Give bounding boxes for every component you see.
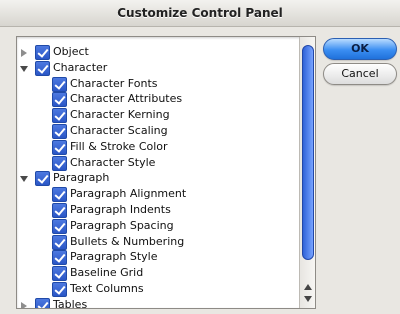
tree-item-label: Paragraph Spacing <box>70 218 174 232</box>
tree-item-label: Baseline Grid <box>70 266 144 280</box>
scroll-down-arrow-icon[interactable] <box>304 296 312 302</box>
tree-row[interactable]: Tables <box>17 297 299 309</box>
checkbox[interactable] <box>52 266 67 282</box>
tree-row[interactable]: Character Kerning <box>17 107 299 124</box>
checkbox[interactable] <box>52 108 67 124</box>
tree-item-label: Bullets & Numbering <box>70 234 185 248</box>
tree-row[interactable]: Character Attributes <box>17 91 299 108</box>
tree-item-label: Fill & Stroke Color <box>70 139 168 153</box>
checkbox[interactable] <box>52 218 67 234</box>
tree-item-label: Paragraph Style <box>70 250 158 264</box>
title-bar: Customize Control Panel <box>0 0 400 27</box>
tree-item-label: Paragraph <box>53 171 110 185</box>
scroll-up-arrow-icon[interactable] <box>304 284 312 290</box>
checkbox[interactable] <box>52 92 67 108</box>
disclosure-triangle-expanded-icon[interactable] <box>19 173 29 183</box>
disclosure-triangle-collapsed-icon[interactable] <box>19 47 29 57</box>
tree-item-label: Tables <box>53 297 88 309</box>
tree-row[interactable]: Character Scaling <box>17 123 299 139</box>
tree-row[interactable]: Paragraph Alignment <box>17 186 299 203</box>
checkbox[interactable] <box>52 250 67 266</box>
tree-row[interactable]: Baseline Grid <box>17 265 299 282</box>
tree-row[interactable]: Fill & Stroke Color <box>17 139 299 155</box>
checkbox[interactable] <box>52 187 67 203</box>
tree-item-label: Character Attributes <box>70 92 183 106</box>
disclosure-triangle-expanded-icon[interactable] <box>19 63 29 73</box>
checkbox[interactable] <box>35 60 50 76</box>
checkbox[interactable] <box>35 297 50 308</box>
tree-row[interactable]: Text Columns <box>17 281 299 297</box>
tree-item-label: Character Style <box>70 155 156 169</box>
tree-row[interactable]: Paragraph <box>17 170 299 187</box>
checkbox[interactable] <box>52 124 67 139</box>
cancel-button[interactable]: Cancel <box>323 63 397 85</box>
checkbox[interactable] <box>35 45 50 60</box>
checkbox[interactable] <box>52 139 67 155</box>
tree-item-label: Character Scaling <box>70 124 168 137</box>
tree-row[interactable]: Character <box>17 60 299 76</box>
checkbox[interactable] <box>52 203 67 218</box>
control-panel-items-list[interactable]: Object Character Character Fonts Character … <box>16 36 316 309</box>
tree-row[interactable]: Character Fonts <box>17 76 299 92</box>
tree-item-label: Character Kerning <box>70 108 170 122</box>
checkbox[interactable] <box>35 171 50 187</box>
ok-button[interactable]: OK <box>323 38 397 60</box>
tree-item-label: Character Fonts <box>70 76 158 90</box>
tree-item-label: Object <box>53 45 89 58</box>
tree-item-label: Paragraph Indents <box>70 203 171 216</box>
tree-item-label: Text Columns <box>70 282 144 295</box>
window-title: Customize Control Panel <box>117 6 283 20</box>
tree-item-label: Paragraph Alignment <box>70 187 187 201</box>
tree-row[interactable]: Paragraph Spacing <box>17 218 299 234</box>
vertical-scrollbar[interactable] <box>299 37 315 308</box>
checkbox[interactable] <box>52 76 67 92</box>
tree-row[interactable]: Bullets & Numbering <box>17 234 299 250</box>
checkbox[interactable] <box>52 155 67 171</box>
scroll-thumb[interactable] <box>302 45 314 260</box>
disclosure-triangle-collapsed-icon[interactable] <box>19 300 29 308</box>
checkbox[interactable] <box>52 282 67 297</box>
tree-item-label: Character <box>53 60 108 74</box>
tree-row[interactable]: Object <box>17 44 299 60</box>
tree-row[interactable]: Character Style <box>17 155 299 171</box>
tree-row[interactable]: Paragraph Indents <box>17 202 299 218</box>
tree-row[interactable]: Paragraph Style <box>17 249 299 266</box>
checkbox[interactable] <box>52 234 67 250</box>
